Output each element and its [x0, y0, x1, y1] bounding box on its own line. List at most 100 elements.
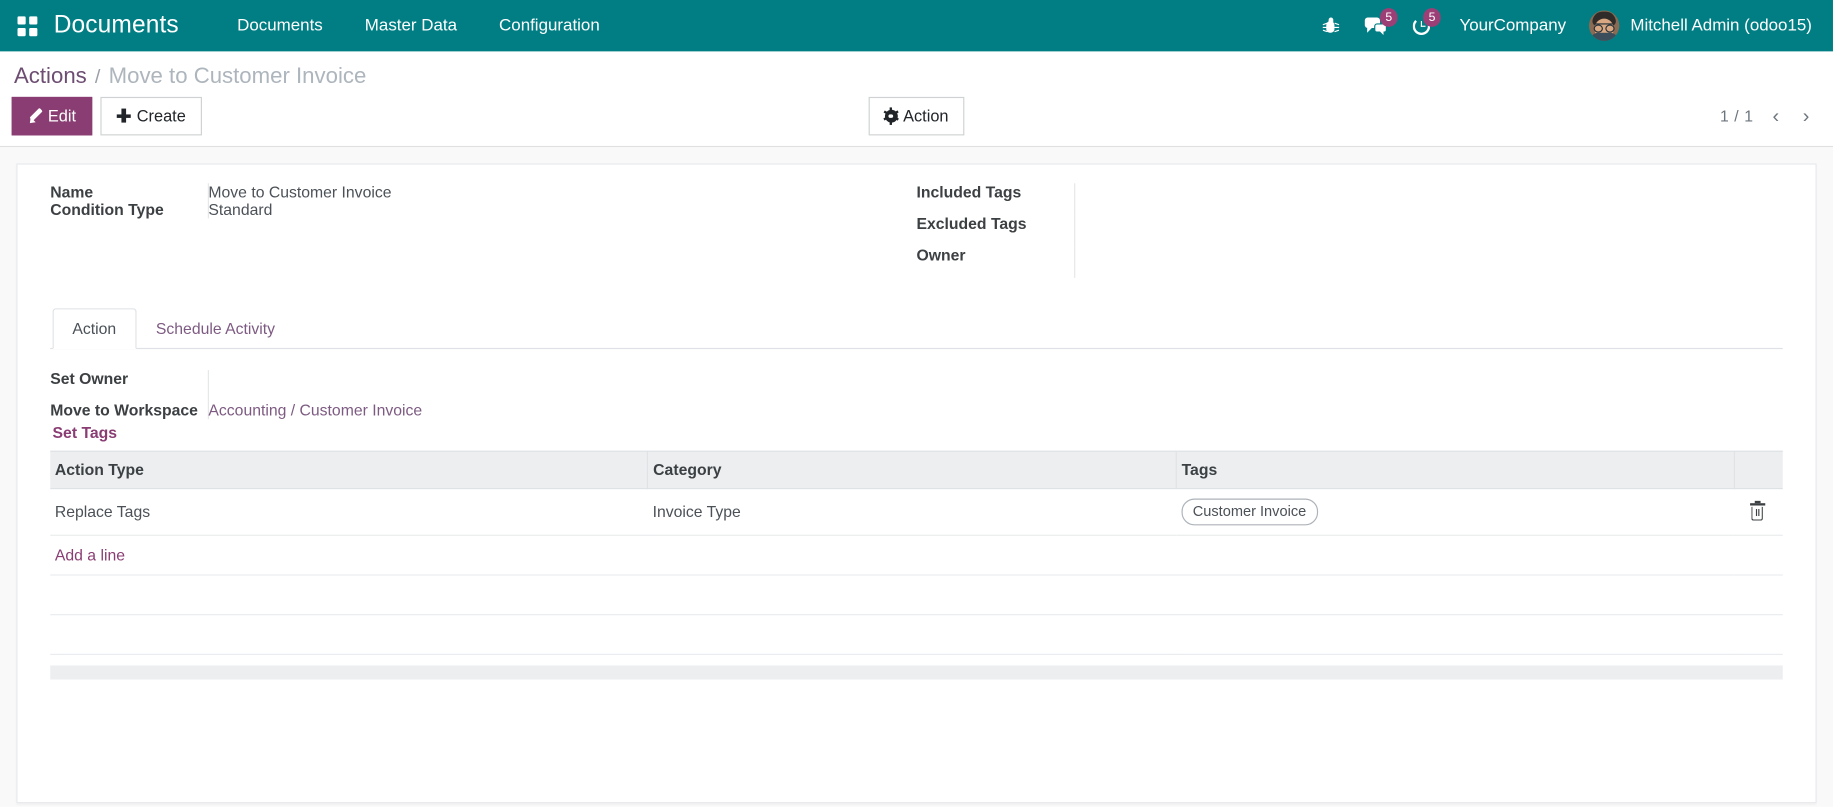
- form-buttons: Edit Create: [11, 96, 203, 136]
- column-header-actions: [1734, 450, 1783, 490]
- control-panel-actions: Edit Create Action 1 / 1 ‹ ›: [11, 95, 1822, 146]
- field-row-set-owner: Set Owner: [50, 369, 917, 402]
- top-navbar: Documents Documents Master Data Configur…: [0, 0, 1833, 52]
- cell-empty-1: [50, 574, 648, 615]
- tags-table: Action Type Category Tags Replace Tags I…: [50, 450, 1783, 655]
- action-menu-container: Action: [12, 96, 1822, 136]
- add-line-row: Add a line: [50, 535, 1783, 576]
- cell-delete: [1734, 488, 1783, 536]
- field-label-included-tags: Included Tags: [916, 183, 1022, 201]
- breadcrumb-current: Move to Customer Invoice: [108, 64, 367, 89]
- tags-table-body: Replace Tags Invoice Type Customer Invoi…: [50, 488, 1783, 655]
- field-label-move-to-workspace: Move to Workspace: [50, 401, 198, 420]
- set-tags-title: Set Tags: [52, 423, 118, 442]
- cell-tags[interactable]: Customer Invoice: [1176, 488, 1735, 536]
- pager-previous-button[interactable]: ‹: [1761, 100, 1791, 133]
- pencil-icon: [26, 108, 43, 126]
- user-name: Mitchell Admin (odoo15): [1630, 16, 1812, 36]
- navbar-right-group: 5 5 YourCompany Mitchell Admin (odoo15): [1309, 0, 1833, 51]
- trash-icon[interactable]: [1749, 501, 1765, 522]
- create-button[interactable]: Create: [100, 96, 203, 136]
- messages-badge: 5: [1380, 8, 1398, 27]
- form-groups: Name Move to Customer Invoice Condition …: [50, 183, 1783, 278]
- workspace-link[interactable]: Accounting / Customer Invoice: [208, 401, 422, 419]
- field-row-owner: Owner: [916, 246, 1746, 278]
- user-menu[interactable]: Mitchell Admin (odoo15): [1582, 10, 1821, 41]
- cell-spacer-3: [1176, 614, 1735, 655]
- field-value-name[interactable]: Move to Customer Invoice: [207, 183, 880, 201]
- column-header-tags[interactable]: Tags: [1176, 450, 1735, 490]
- cell-empty-2: [647, 574, 1177, 615]
- field-row-excluded-tags: Excluded Tags: [916, 214, 1746, 247]
- bug-icon: [1322, 17, 1340, 35]
- column-header-category[interactable]: Category: [647, 450, 1177, 490]
- spacer-row: [50, 614, 1783, 655]
- app-brand-documents[interactable]: Documents: [54, 12, 179, 40]
- field-value-excluded-tags[interactable]: [1073, 214, 1746, 247]
- field-value-included-tags[interactable]: [1073, 183, 1746, 215]
- column-header-action-type[interactable]: Action Type: [50, 450, 649, 490]
- notebook-page-action: Set Owner Move to Workspace Accounting /…: [50, 349, 1783, 680]
- debug-menu-button[interactable]: [1309, 0, 1352, 51]
- field-label-owner: Owner: [916, 246, 966, 264]
- action-menu-button[interactable]: Action: [868, 96, 965, 136]
- tags-table-header-row: Action Type Category Tags: [50, 450, 1783, 490]
- cell-add-line: Add a line: [50, 535, 1783, 576]
- menu-documents[interactable]: Documents: [216, 0, 344, 51]
- cell-action-type[interactable]: Replace Tags: [50, 488, 648, 536]
- menu-configuration[interactable]: Configuration: [478, 0, 621, 51]
- breadcrumb-root-actions[interactable]: Actions: [14, 64, 87, 90]
- add-a-line-link[interactable]: Add a line: [55, 546, 125, 564]
- action-menu-label: Action: [903, 106, 949, 125]
- field-label-condition-type: Condition Type: [50, 200, 164, 219]
- tab-action[interactable]: Action: [52, 308, 137, 349]
- cell-spacer-1: [50, 614, 648, 655]
- edit-button-label: Edit: [47, 106, 77, 125]
- cell-spacer-4: [1734, 614, 1783, 655]
- field-value-move-to-workspace: Accounting / Customer Invoice: [207, 401, 917, 420]
- field-label-excluded-tags: Excluded Tags: [916, 214, 1027, 233]
- control-panel: Actions / Move to Customer Invoice Edit …: [0, 51, 1833, 147]
- field-row-name: Name Move to Customer Invoice: [50, 183, 880, 201]
- cell-empty-3: [1176, 574, 1735, 615]
- tags-table-head: Action Type Category Tags: [50, 450, 1783, 490]
- plus-icon: [116, 109, 131, 124]
- list-footer-bar: [50, 665, 1783, 680]
- form-view-background: Name Move to Customer Invoice Condition …: [0, 146, 1833, 807]
- menu-master-data[interactable]: Master Data: [344, 0, 478, 51]
- form-group-right: Included Tags Excluded Tags Owner: [916, 183, 1782, 278]
- notebook: Action Schedule Activity Set Owner Move …: [50, 308, 1783, 680]
- avatar: [1589, 10, 1620, 41]
- tag-badge[interactable]: Customer Invoice: [1181, 498, 1318, 526]
- apps-grid-icon: [16, 15, 37, 36]
- form-sheet: Name Move to Customer Invoice Condition …: [16, 163, 1817, 804]
- edit-button[interactable]: Edit: [11, 96, 93, 136]
- table-row[interactable]: Replace Tags Invoice Type Customer Invoi…: [50, 488, 1783, 536]
- messages-button[interactable]: 5: [1352, 0, 1400, 51]
- field-row-condition-type: Condition Type Standard: [50, 200, 880, 219]
- company-switcher[interactable]: YourCompany: [1443, 16, 1582, 35]
- cell-category[interactable]: Invoice Type: [647, 488, 1177, 536]
- pager-next-button[interactable]: ›: [1791, 100, 1821, 133]
- field-label-name: Name: [50, 183, 94, 201]
- pager-value[interactable]: 1 / 1: [1713, 107, 1761, 125]
- tab-schedule-activity[interactable]: Schedule Activity: [136, 308, 295, 349]
- activities-badge: 5: [1423, 8, 1441, 27]
- gear-icon: [882, 107, 899, 125]
- cell-empty-4: [1734, 574, 1783, 615]
- field-label-set-owner: Set Owner: [50, 369, 129, 388]
- apps-menu-button[interactable]: [0, 0, 54, 51]
- breadcrumb: Actions / Move to Customer Invoice: [12, 51, 1822, 94]
- notebook-tabs: Action Schedule Activity: [50, 308, 1783, 349]
- field-value-owner[interactable]: [1073, 246, 1746, 278]
- field-value-set-owner[interactable]: [207, 369, 917, 402]
- field-row-included-tags: Included Tags: [916, 183, 1746, 215]
- activities-button[interactable]: 5: [1400, 0, 1443, 51]
- field-value-condition-type[interactable]: Standard: [207, 200, 880, 219]
- empty-row: [50, 574, 1783, 615]
- breadcrumb-separator: /: [94, 65, 101, 88]
- field-row-move-to-workspace: Move to Workspace Accounting / Customer …: [50, 401, 917, 420]
- create-button-label: Create: [136, 106, 186, 125]
- cell-spacer-2: [647, 614, 1177, 655]
- form-group-left: Name Move to Customer Invoice Condition …: [50, 183, 916, 278]
